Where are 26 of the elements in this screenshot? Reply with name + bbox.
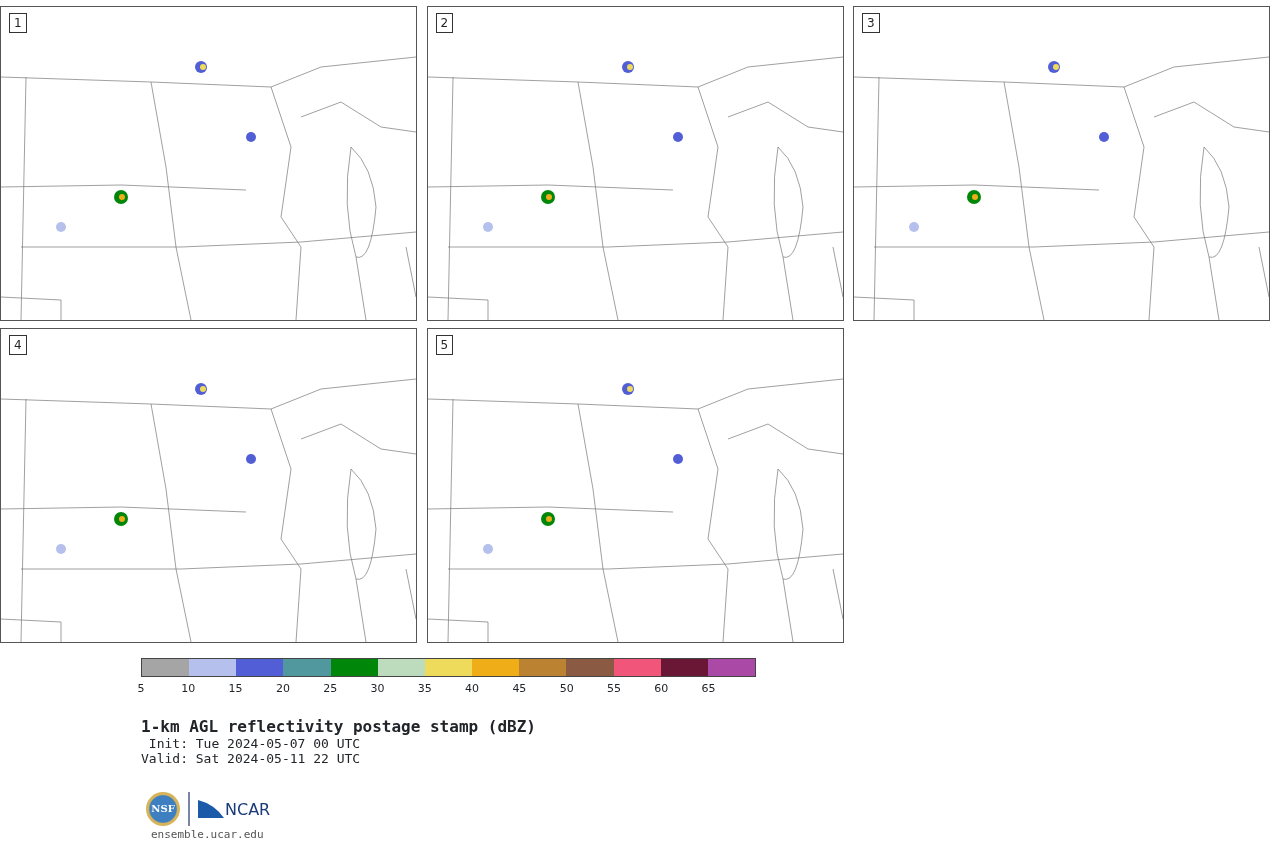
tick-label: 10 [181, 681, 196, 697]
panel-number: 4 [9, 335, 27, 355]
tick-label: 35 [417, 681, 432, 697]
tick-label: 5 [137, 681, 145, 697]
tick-label: 50 [559, 681, 574, 697]
panel-number: 5 [435, 335, 454, 355]
tick-label: 55 [606, 681, 621, 697]
tick-label: 40 [465, 681, 480, 697]
logo-divider [188, 791, 190, 826]
tick-label: 25 [323, 681, 338, 697]
tick-label: 15 [228, 681, 243, 697]
tick-label: 30 [370, 681, 385, 697]
website-url: ensemble.ucar.edu [151, 827, 265, 842]
swoosh-icon [198, 799, 224, 818]
nsf-logo: NSF [146, 791, 180, 826]
panel-number: 3 [862, 13, 880, 33]
chart-title: 1-km AGL reflectivity postage stamp (dBZ) [141, 717, 537, 736]
tick-label: 45 [512, 681, 527, 697]
init-time: Init: Tue 2024-05-07 00 UTC [147, 735, 362, 751]
ncar-logo-text: NCAR [225, 801, 271, 818]
panel-number: 1 [9, 13, 27, 33]
panel-number: 2 [435, 13, 454, 33]
tick-label: 65 [701, 681, 716, 697]
valid-time: Valid: Sat 2024-05-11 22 UTC [141, 750, 362, 766]
tick-label: 20 [275, 681, 290, 697]
tick-label: 60 [654, 681, 669, 697]
